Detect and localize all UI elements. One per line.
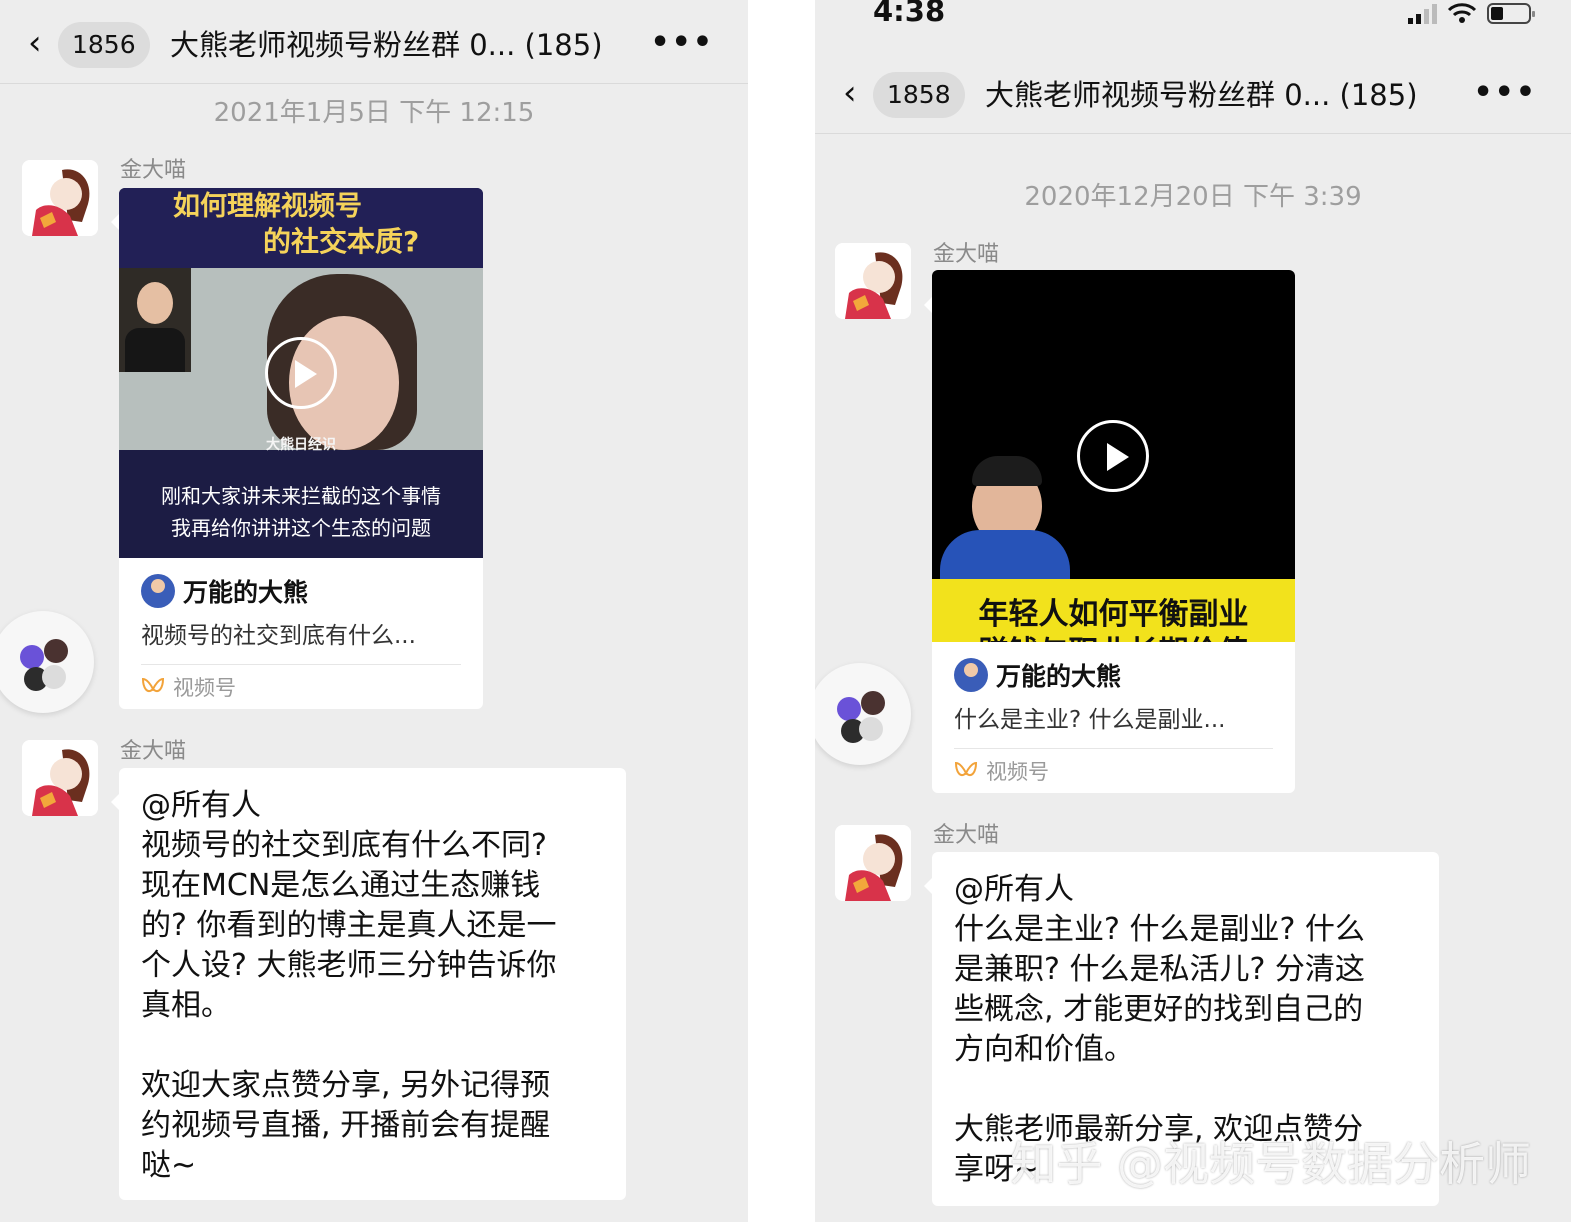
author-name: 万能的大熊 bbox=[996, 662, 1122, 691]
source-label: 视频号 bbox=[173, 676, 236, 700]
video-thumbnail[interactable]: 年轻人如何平衡副业 赚钱与职业长期价值 bbox=[932, 270, 1295, 642]
sender-avatar[interactable] bbox=[22, 740, 98, 816]
message-timestamp: 2021年1月5日 下午 12:15 bbox=[213, 98, 535, 128]
video-subtitle-2: 我再给你讲讲这个生态的问题 bbox=[171, 516, 431, 540]
source-row: 视频号 bbox=[141, 665, 461, 709]
inset-face-shape bbox=[137, 282, 173, 324]
play-button-icon[interactable] bbox=[265, 337, 337, 409]
bubble-tail bbox=[924, 878, 932, 894]
thumbnail-title-bar: 如何理解视频号 的社交本质? bbox=[119, 188, 483, 268]
banner-line-2: 赚钱与职业长期价值 bbox=[932, 627, 1295, 642]
floater-dot-brown-icon bbox=[861, 691, 885, 715]
sender-avatar[interactable] bbox=[22, 160, 98, 236]
video-description: 视频号的社交到底有什么... bbox=[141, 623, 416, 649]
floater-dot-grey-icon bbox=[859, 717, 883, 741]
message-timestamp: 2020年12月20日 下午 3:39 bbox=[1024, 182, 1362, 212]
author-avatar-icon bbox=[141, 574, 175, 608]
more-options-icon[interactable]: ••• bbox=[650, 20, 714, 66]
card-body: 万能的大熊 什么是主业? 什么是副业... 视频号 bbox=[932, 642, 1295, 793]
author-row: 万能的大熊 bbox=[141, 572, 461, 610]
sender-avatar[interactable] bbox=[835, 243, 911, 319]
card-body: 万能的大熊 视频号的社交到底有什么... 视频号 bbox=[119, 558, 483, 709]
source-label: 视频号 bbox=[986, 760, 1049, 784]
status-time: 4:38 bbox=[873, 0, 946, 28]
back-chevron-icon[interactable]: ‹ bbox=[843, 76, 857, 110]
avatar-illustration-icon bbox=[835, 243, 911, 319]
presenter-hair-shape bbox=[972, 456, 1042, 486]
floater-dot-brown-icon bbox=[44, 639, 68, 663]
bubble-tail bbox=[924, 297, 932, 313]
floater-dot-purple-icon bbox=[837, 697, 861, 721]
avatar-illustration-icon bbox=[22, 740, 98, 816]
presenter-inset bbox=[119, 268, 191, 372]
floater-dot-purple-icon bbox=[20, 645, 44, 669]
floating-window-button[interactable] bbox=[0, 611, 94, 713]
message-text-part-2: 欢迎大家点赞分享, 另外记得预 约视频号直播, 开播前会有提醒 哒~ bbox=[141, 1068, 551, 1183]
sender-name: 金大喵 bbox=[120, 158, 187, 183]
video-subtitle-1: 刚和大家讲未来拦截的这个事情 bbox=[161, 484, 441, 508]
sender-name: 金大喵 bbox=[933, 242, 1000, 267]
video-thumbnail[interactable]: 如何理解视频号 的社交本质? 大熊日经识 刚和大家讲未来拦截的这个事情 我再给你… bbox=[119, 188, 483, 558]
group-title: 大熊老师视频号粉丝群 0... (185) bbox=[985, 78, 1418, 112]
thumbnail-headline-1: 如何理解视频号 bbox=[173, 191, 362, 222]
status-icons bbox=[1408, 2, 1535, 24]
author-name: 万能的大熊 bbox=[183, 578, 309, 607]
more-options-icon[interactable]: ••• bbox=[1473, 70, 1537, 116]
sender-avatar[interactable] bbox=[835, 825, 911, 901]
bubble-tail bbox=[111, 214, 119, 230]
floater-dot-grey-icon bbox=[42, 665, 66, 689]
inset-body-shape bbox=[125, 328, 185, 372]
chat-header: ‹ 1856 大熊老师视频号粉丝群 0... (185) ••• bbox=[0, 0, 748, 84]
cellular-signal-icon bbox=[1408, 4, 1437, 24]
back-chevron-icon[interactable]: ‹ bbox=[28, 26, 42, 60]
status-bar: 4:38 bbox=[815, 0, 1571, 30]
message-text-part-1: @所有人 什么是主业? 什么是副业? 什么 是兼职? 什么是私活儿? 分清这 些… bbox=[954, 872, 1365, 1067]
channels-butterfly-icon bbox=[954, 761, 978, 777]
unread-count-badge[interactable]: 1856 bbox=[58, 22, 150, 68]
sender-name: 金大喵 bbox=[120, 739, 187, 764]
thumbnail-headline-2: 的社交本质? bbox=[263, 225, 420, 258]
avatar-illustration-icon bbox=[835, 825, 911, 901]
right-chat-screen: 4:38 ‹ 1858 大熊老师视频号粉丝群 0... (185) ••• 20… bbox=[815, 0, 1571, 1222]
chat-header: ‹ 1858 大熊老师视频号粉丝群 0... (185) ••• bbox=[815, 50, 1571, 134]
wifi-icon bbox=[1447, 3, 1477, 23]
panel-separator bbox=[748, 0, 815, 1222]
channels-butterfly-icon bbox=[141, 677, 165, 693]
author-avatar-icon bbox=[954, 658, 988, 692]
bubble-tail bbox=[111, 794, 119, 810]
video-share-card[interactable]: 年轻人如何平衡副业 赚钱与职业长期价值 万能的大熊 什么是主业? 什么是副业..… bbox=[932, 270, 1295, 793]
sender-name: 金大喵 bbox=[933, 823, 1000, 848]
unread-count-badge[interactable]: 1858 bbox=[873, 72, 965, 118]
author-row: 万能的大熊 bbox=[954, 656, 1273, 694]
watermark: 知乎 @视频号数据分析师 bbox=[1010, 1137, 1531, 1191]
group-title: 大熊老师视频号粉丝群 0... (185) bbox=[170, 28, 603, 62]
video-description: 什么是主业? 什么是副业... bbox=[954, 707, 1226, 733]
message-text-part-1: @所有人 视频号的社交到底有什么不同? 现在MCN是怎么通过生态赚钱 的? 你看… bbox=[141, 788, 557, 1023]
yellow-title-banner: 年轻人如何平衡副业 赚钱与职业长期价值 bbox=[932, 579, 1295, 642]
source-row: 视频号 bbox=[954, 749, 1273, 793]
floating-window-button[interactable] bbox=[815, 663, 911, 765]
channel-logo: 大熊日经识 bbox=[266, 437, 336, 453]
text-message-bubble[interactable]: @所有人 视频号的社交到底有什么不同? 现在MCN是怎么通过生态赚钱 的? 你看… bbox=[119, 768, 626, 1200]
play-button-icon[interactable] bbox=[1077, 420, 1149, 492]
left-chat-screen: ‹ 1856 大熊老师视频号粉丝群 0... (185) ••• 2021年1月… bbox=[0, 0, 748, 1222]
battery-icon bbox=[1487, 3, 1535, 24]
video-share-card[interactable]: 如何理解视频号 的社交本质? 大熊日经识 刚和大家讲未来拦截的这个事情 我再给你… bbox=[119, 188, 483, 709]
avatar-illustration-icon bbox=[22, 160, 98, 236]
